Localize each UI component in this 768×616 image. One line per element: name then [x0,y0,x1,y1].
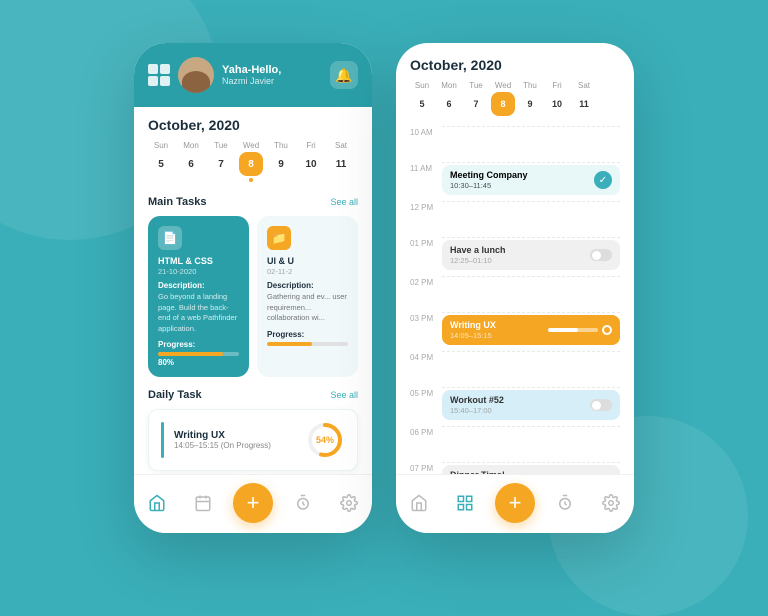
task-card-html[interactable]: 📄 HTML & CSS 21-10-2020 Description: Go … [148,216,249,377]
nav-add-left[interactable]: + [233,483,273,523]
main-tasks-see-all[interactable]: See all [330,197,358,207]
donut-label: 54% [316,435,334,445]
nav-grid-right[interactable] [449,487,481,519]
header-name: Nazmi Javier [222,76,322,86]
daily-task-bar [161,422,164,458]
task-card-ui[interactable]: 📁 UI & U 02-11-2 Description: Gathering … [257,216,358,377]
r-day-tue[interactable]: Tue 7 [464,81,488,116]
left-month-title: October, 2020 [148,117,358,133]
card-icon-ui: 📁 [267,226,291,250]
right-month-title: October, 2020 [410,57,620,73]
left-bottom-nav: + [134,474,372,533]
r-day-fri[interactable]: Fri 10 [545,81,569,116]
donut-chart: 54% [305,420,345,460]
time-6pm: 06 PM [410,426,620,458]
daily-task-name: Writing UX [174,430,305,441]
event-dinner[interactable]: Dinner Time! 17:45–18:30 [442,465,620,474]
event-workout[interactable]: Workout #52 15:40–17:00 [442,390,620,420]
time-12pm: 12 PM [410,201,620,233]
day-sat[interactable]: Sat 11 [328,141,354,182]
right-bottom-nav: + [396,474,634,533]
nav-add-right[interactable]: + [495,483,535,523]
grid-icon[interactable] [148,64,170,86]
card-icon-html: 📄 [158,226,182,250]
avatar [178,57,214,93]
timeline: 10 AM 11 AM Meeting Company 10:30–11:45 … [410,126,620,474]
daily-task-title: Daily Task [148,389,202,401]
nav-settings-right[interactable] [595,487,627,519]
left-phone: Yaha-Hello, Nazmi Javier 🔔 October, 2020… [134,43,372,533]
card-title-html: HTML & CSS [158,256,239,266]
nav-home-left[interactable] [141,487,173,519]
time-5pm: 05 PM Workout #52 15:40–17:00 [410,387,620,422]
nav-timer-right[interactable] [549,487,581,519]
left-week-strip: Sun 5 Mon 6 Tue 7 Wed 8 [148,141,358,182]
event-writing-ux[interactable]: Writing UX 14:05–15:15 [442,315,620,345]
bell-button[interactable]: 🔔 [330,61,358,89]
time-1pm: 01 PM Have a lunch 12:25–01:10 [410,237,620,272]
time-2pm: 02 PM [410,276,620,308]
time-10am: 10 AM [410,126,620,158]
left-header: Yaha-Hello, Nazmi Javier 🔔 [134,43,372,107]
daily-task-info: Writing UX 14:05–15:15 (On Progress) [174,430,305,450]
day-sun[interactable]: Sun 5 [148,141,174,182]
daily-task-time: 14:05–15:15 (On Progress) [174,441,305,450]
time-11am: 11 AM Meeting Company 10:30–11:45 ✓ [410,162,620,197]
r-day-wed[interactable]: Wed 8 [491,81,515,116]
progress-bar-html [158,352,239,356]
nav-settings-left[interactable] [333,487,365,519]
time-3pm: 03 PM Writing UX 14:05–15:15 [410,312,620,347]
day-wed[interactable]: Wed 8 [238,141,264,182]
tasks-cards: 📄 HTML & CSS 21-10-2020 Description: Go … [148,216,358,377]
main-tasks-title: Main Tasks [148,196,207,208]
nav-calendar-left[interactable] [187,487,219,519]
right-body: October, 2020 Sun 5 Mon 6 Tue 7 Wed 8 [396,43,634,533]
r-day-mon[interactable]: Mon 6 [437,81,461,116]
right-phone: October, 2020 Sun 5 Mon 6 Tue 7 Wed 8 [396,43,634,533]
header-greeting: Yaha-Hello, [222,64,322,76]
r-day-sat[interactable]: Sat 11 [572,81,596,116]
left-body: October, 2020 Sun 5 Mon 6 Tue 7 [134,107,372,481]
main-tasks-header: Main Tasks See all [148,196,358,208]
day-tue[interactable]: Tue 7 [208,141,234,182]
daily-task-header: Daily Task See all [148,389,358,401]
event-lunch[interactable]: Have a lunch 12:25–01:10 [442,240,620,270]
time-4pm: 04 PM [410,351,620,383]
r-day-thu[interactable]: Thu 9 [518,81,542,116]
event-meeting[interactable]: Meeting Company 10:30–11:45 ✓ [442,165,620,195]
right-week-strip: Sun 5 Mon 6 Tue 7 Wed 8 Thu 9 [410,81,620,116]
nav-home-right[interactable] [403,487,435,519]
daily-task-item[interactable]: Writing UX 14:05–15:15 (On Progress) 54% [148,409,358,471]
nav-timer-left[interactable] [287,487,319,519]
day-mon[interactable]: Mon 6 [178,141,204,182]
r-day-sun[interactable]: Sun 5 [410,81,434,116]
day-thu[interactable]: Thu 9 [268,141,294,182]
daily-task-see-all[interactable]: See all [330,390,358,400]
day-fri[interactable]: Fri 10 [298,141,324,182]
workout-toggle[interactable] [590,399,612,411]
phones-container: Yaha-Hello, Nazmi Javier 🔔 October, 2020… [134,43,634,533]
time-7pm: 07 PM Dinner Time! 17:45–18:30 [410,462,620,474]
check-icon: ✓ [594,171,612,189]
header-text: Yaha-Hello, Nazmi Javier [222,64,322,86]
lunch-toggle[interactable] [590,249,612,261]
